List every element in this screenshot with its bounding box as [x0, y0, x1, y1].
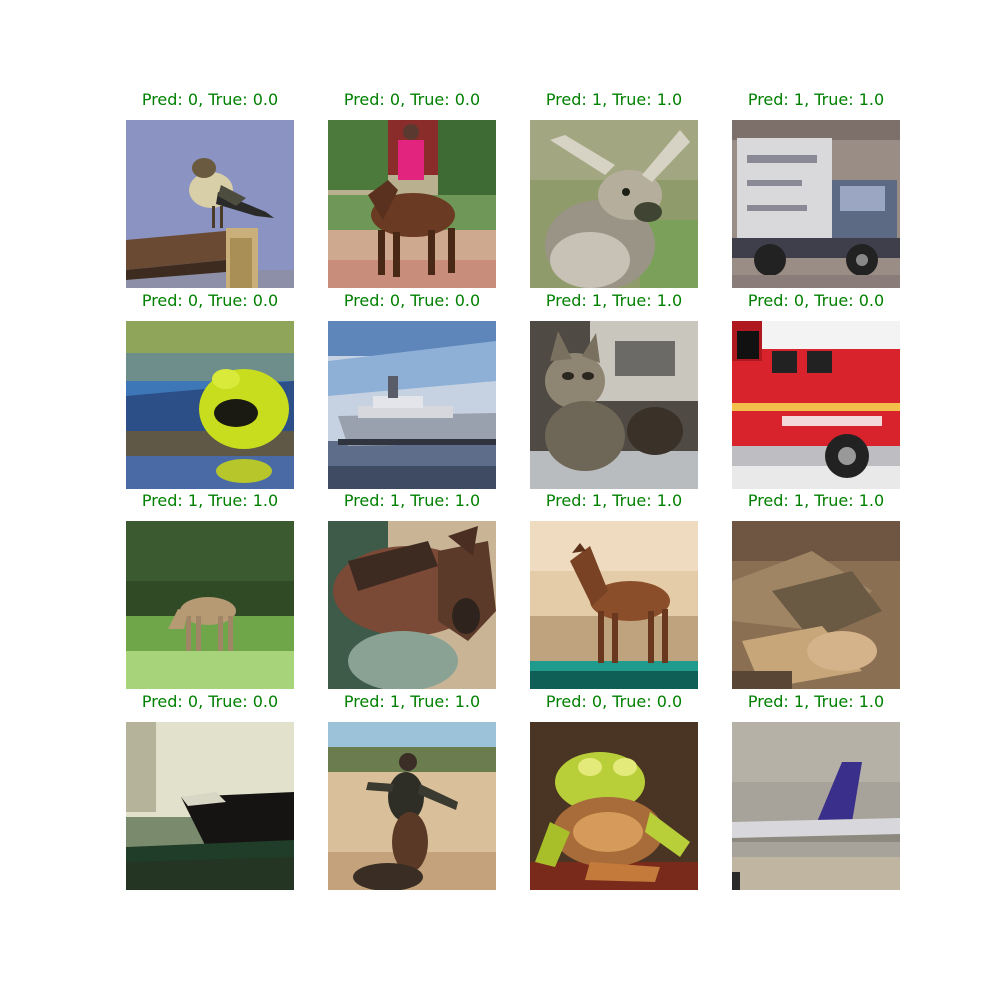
ship-image: [328, 321, 496, 489]
panel-15: Pred: 0, True: 0.0: [530, 691, 698, 891]
panel-14: Pred: 1, True: 1.0: [328, 691, 496, 891]
horse-image: [328, 521, 496, 689]
panel-10: Pred: 1, True: 1.0: [328, 490, 496, 690]
panel-4: Pred: 1, True: 1.0: [732, 89, 900, 289]
panel-7: Pred: 1, True: 1.0: [530, 290, 698, 490]
panel-title: Pred: 1, True: 1.0: [747, 692, 885, 711]
panel-title: Pred: 1, True: 1.0: [747, 90, 885, 109]
ship-image: [126, 722, 294, 890]
panel-16: Pred: 1, True: 1.0: [732, 691, 900, 891]
panel-title: Pred: 0, True: 0.0: [747, 291, 885, 310]
horse-image: [530, 521, 698, 689]
frog-image: [732, 521, 900, 689]
panel-9: Pred: 1, True: 1.0: [126, 490, 294, 690]
panel-8: Pred: 0, True: 0.0: [732, 290, 900, 490]
truck-image: [732, 120, 900, 288]
panel-12: Pred: 1, True: 1.0: [732, 490, 900, 690]
bird-image: [126, 120, 294, 288]
deer-image: [530, 120, 698, 288]
panel-1: Pred: 0, True: 0.0: [126, 89, 294, 289]
panel-13: Pred: 0, True: 0.0: [126, 691, 294, 891]
panel-title: Pred: 1, True: 1.0: [747, 491, 885, 510]
horse-rider-image: [328, 722, 496, 890]
cat-image: [530, 321, 698, 489]
deer-image: [126, 521, 294, 689]
frog-image: [530, 722, 698, 890]
panel-3: Pred: 1, True: 1.0: [530, 89, 698, 289]
panel-11: Pred: 1, True: 1.0: [530, 490, 698, 690]
horse-image: [328, 120, 496, 288]
panel-5: Pred: 0, True: 0.0: [126, 290, 294, 490]
frog-image: [126, 321, 294, 489]
fire-truck-image: [732, 321, 900, 489]
panel-6: Pred: 0, True: 0.0: [328, 290, 496, 490]
airplane-image: [732, 722, 900, 890]
panel-2: Pred: 0, True: 0.0: [328, 89, 496, 289]
